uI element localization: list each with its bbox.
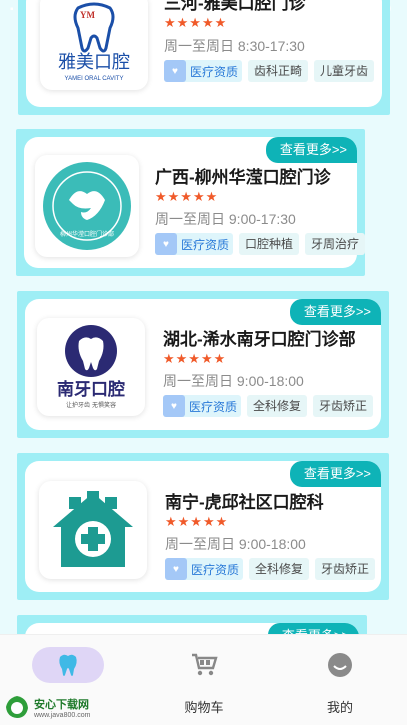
clinic-hours: 周一至周日 9:00-18:00 [163,373,304,389]
cart-icon [192,653,218,676]
clinic-logo [39,481,147,579]
qualification-label: 医疗资质 [189,399,238,414]
logo-ring-text: 柳州华滢口腔门诊部 [60,230,114,238]
clinic-hours: 周一至周日 8:30-17:30 [164,38,305,54]
clinic-list: YM 雅美口腔 YAMEI ORAL CAVITY 三河-雅美口腔门诊 ★★★★… [0,0,407,634]
rating-stars: ★★★★★ [163,351,227,366]
tab-label: 购物车 [184,700,224,715]
clinic-name: 湖北-浠水南牙口腔门诊部 [163,330,356,349]
view-more-button[interactable]: 查看更多>> [289,299,381,325]
clinic-card-body: 查看更多>> 南牙口腔 让护牙齿 无惧笑容 湖北-浠水南牙口腔门诊部 ★★★★★… [25,299,381,430]
tab-home[interactable] [0,647,136,697]
rating-stars: ★★★★★ [165,514,229,529]
rating-stars: ★★★★★ [164,15,228,30]
clinic-card-body: 查看更多>> 柳州华滢口腔门诊部 广西-柳州华滢口腔门诊 ★★★★★ 周一至周日… [24,137,366,268]
watermark-name: 安心下载网 [34,698,89,711]
clinic-logo: 南牙口腔 让护牙齿 无惧笑容 [37,318,145,416]
view-more-button[interactable]: 查看更多>> [267,623,359,634]
clinic-name: 广西-柳州华滢口腔门诊 [155,168,331,187]
clinic-name: 南宁-虎邱社区口腔科 [165,493,324,512]
service-tag: 口腔种植 [239,233,300,255]
tag-row: ♥ 医疗资质 全科修复 牙齿矫正 [163,395,374,417]
qualification-label: 医疗资质 [191,562,240,577]
watermark-logo-icon [6,696,28,718]
service-tag: 牙周治疗 [305,233,366,255]
clinic-card-body: YM 雅美口腔 YAMEI ORAL CAVITY 三河-雅美口腔门诊 ★★★★… [26,0,382,107]
shield-icon: ♥ [164,60,186,82]
tag-row: ♥ 医疗资质 全科修复 牙齿矫正 [165,558,376,580]
clinic-card[interactable]: YM 雅美口腔 YAMEI ORAL CAVITY 三河-雅美口腔门诊 ★★★★… [18,0,390,115]
tab-label: 我的 [326,700,353,715]
tab-cart-wrap [168,647,240,683]
service-tag: 儿童牙齿 [314,60,375,82]
rating-stars: ★★★★★ [155,189,219,204]
clinic-logo: YM 雅美口腔 YAMEI ORAL CAVITY [40,0,148,90]
logo-title-text: 雅美口腔 [58,52,130,73]
shield-icon: ♥ [155,233,177,255]
shield-icon: ♥ [163,395,185,417]
service-tag: 齿科正畸 [248,60,309,82]
view-more-button[interactable]: 查看更多>> [289,461,381,487]
shield-icon: ♥ [165,558,187,580]
clinic-hours: 周一至周日 9:00-18:00 [165,536,306,552]
clinic-name: 三河-雅美口腔门诊 [164,0,306,13]
tab-profile[interactable]: 我的 [272,647,407,716]
profile-icon [328,653,352,677]
qualification-badge[interactable]: ♥ 医疗资质 [155,233,234,255]
tab-cart[interactable]: 购物车 [136,647,272,716]
clinic-card-body: 查看更多>> [25,623,359,634]
logo-subtitle-text: YAMEI ORAL CAVITY [65,76,124,82]
clinic-card-body: 查看更多>> 南宁-虎邱社区口腔科 ★★★★★ 周一至周日 9:00-18:00… [25,461,381,592]
qualification-label: 医疗资质 [190,64,239,79]
view-more-button[interactable]: 查看更多>> [265,137,357,163]
clinic-card[interactable]: 查看更多>> 柳州华滢口腔门诊部 广西-柳州华滢口腔门诊 ★★★★★ 周一至周日… [16,129,366,276]
site-watermark: 安心下载网 www.java800.com [4,694,90,720]
service-tag: 全科修复 [247,395,308,417]
tag-row: ♥ 医疗资质 口腔种植 牙周治疗 [155,233,366,255]
qualification-badge[interactable]: ♥ 医疗资质 [163,395,242,417]
tab-home-highlight [32,647,104,683]
clinic-card[interactable]: 查看更多>> [17,615,367,634]
tab-profile-wrap [304,647,376,683]
service-tag: 牙齿矫正 [315,558,376,580]
clinic-logo: 柳州华滢口腔门诊部 [35,155,139,257]
tooth-icon [59,654,77,676]
watermark-url: www.java800.com [34,711,91,719]
service-tag: 全科修复 [249,558,310,580]
clinic-card[interactable]: 查看更多>> 南宁-虎邱社区口腔科 ★★★★★ 周一至周日 9:00-18:00… [17,453,389,600]
service-tag: 牙齿矫正 [313,395,374,417]
qualification-badge[interactable]: ♥ 医疗资质 [165,558,244,580]
tag-row: ♥ 医疗资质 齿科正畸 儿童牙齿 [164,60,375,82]
qualification-badge[interactable]: ♥ 医疗资质 [164,60,243,82]
logo-title-text: 南牙口腔 [57,379,125,400]
brand-mark-text: YM [80,10,95,20]
clinic-card[interactable]: 查看更多>> 南牙口腔 让护牙齿 无惧笑容 湖北-浠水南牙口腔门诊部 ★★★★★… [17,291,389,438]
logo-subtitle-text: 让护牙齿 无惧笑容 [66,401,116,409]
qualification-label: 医疗资质 [181,237,230,252]
clinic-hours: 周一至周日 9:00-17:30 [155,211,296,227]
